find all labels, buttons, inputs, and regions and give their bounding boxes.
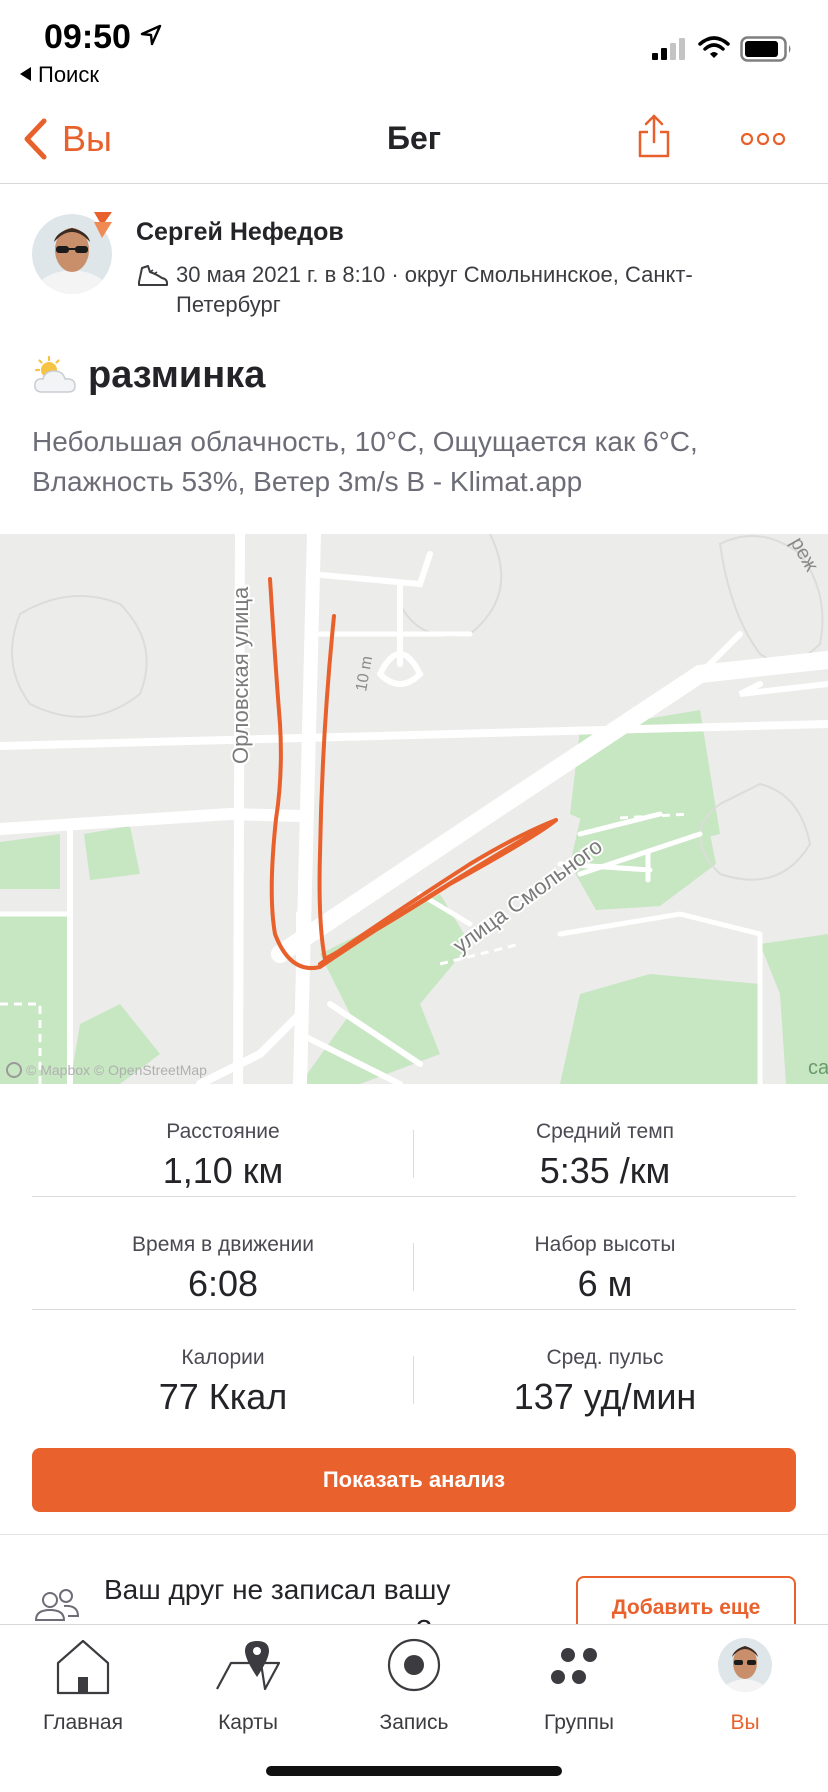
stats-row: Калории 77 Ккал Сред. пульс 137 уд/мин: [32, 1310, 796, 1423]
tab-label: Главная: [43, 1711, 123, 1734]
stat-label: Время в движении: [132, 1233, 314, 1256]
stat-label: Набор высоты: [534, 1233, 676, 1256]
tab-profile[interactable]: Вы: [662, 1625, 828, 1745]
route-map[interactable]: Орловская улица улица Смольного 10 m реж…: [0, 534, 828, 1084]
location-arrow-icon: [140, 24, 162, 46]
stat-avg-heart-rate: Сред. пульс 137 уд/мин: [414, 1310, 796, 1423]
friends-icon: [34, 1589, 80, 1621]
tab-record[interactable]: Запись: [331, 1625, 497, 1745]
groups-icon: [551, 1648, 597, 1684]
stat-elevation-gain: Набор высоты 6 м: [414, 1197, 796, 1310]
tab-label: Карты: [218, 1711, 278, 1734]
stat-label: Калории: [181, 1346, 265, 1369]
battery-icon: [740, 36, 791, 62]
stat-label: Сред. пульс: [546, 1346, 664, 1369]
stat-value: 6:08: [187, 1263, 259, 1304]
stat-distance: Расстояние 1,10 км: [32, 1084, 414, 1197]
stat-label: Расстояние: [166, 1120, 280, 1143]
back-app-label: Поиск: [38, 62, 99, 87]
park-area: [84, 826, 140, 880]
athlete-name[interactable]: Сергей Нефедов: [136, 218, 344, 247]
stat-label: Средний темп: [535, 1120, 675, 1143]
stat-avg-pace: Средний темп 5:35 /км: [414, 1084, 796, 1197]
show-analysis-button[interactable]: Показать анализ: [32, 1448, 796, 1512]
stats-row: Расстояние 1,10 км Средний темп 5:35 /км: [32, 1084, 796, 1197]
stat-value: 137 уд/мин: [513, 1376, 697, 1417]
activity-stats: Расстояние 1,10 км Средний темп 5:35 /км…: [32, 1084, 796, 1423]
activity-title-row: разминка: [32, 354, 265, 397]
friends-prompt-text: Ваш друг не записал вашу совместную трен…: [104, 1574, 451, 1624]
stat-value: 1,10 км: [162, 1150, 284, 1191]
back-to-app-link[interactable]: Поиск: [20, 62, 99, 88]
map-canvas: Орловская улица улица Смольного 10 m реж…: [0, 534, 828, 1084]
status-time: 09:50: [44, 18, 131, 56]
subscriber-badge-icon: [94, 212, 112, 238]
map-attribution: © Mapbox © OpenStreetMap: [26, 1062, 207, 1078]
stat-value: 6 м: [577, 1263, 633, 1304]
tab-maps[interactable]: Карты: [165, 1625, 331, 1745]
map-pin-icon: [216, 1641, 281, 1691]
stat-moving-time: Время в движении 6:08: [32, 1197, 414, 1310]
tab-label: Группы: [544, 1711, 614, 1734]
tab-label: Запись: [379, 1711, 449, 1734]
home-icon: [56, 1639, 110, 1695]
status-bar: 09:50 Поиск: [0, 0, 828, 96]
partly-cloudy-icon: [34, 355, 76, 393]
activity-date-location: 30 мая 2021 г. в 8:10 · округ Смольнинск…: [176, 262, 693, 317]
stat-value: 5:35 /км: [539, 1150, 671, 1191]
park-area: [0, 914, 70, 1084]
map-label-edge-right: са: [808, 1057, 828, 1079]
section-divider: [0, 1534, 828, 1535]
park-area: [0, 834, 60, 889]
record-icon: [387, 1638, 441, 1692]
tab-groups[interactable]: Группы: [496, 1625, 662, 1745]
stat-calories: Калории 77 Ккал: [32, 1310, 414, 1423]
tab-home[interactable]: Главная: [0, 1625, 166, 1745]
stats-row: Время в движении 6:08 Набор высоты 6 м: [32, 1197, 796, 1310]
cell-signal-icon: [652, 38, 685, 60]
more-options-icon[interactable]: [740, 132, 786, 146]
map-label-orlovskaya: Орловская улица: [228, 586, 253, 764]
running-shoe-icon: [138, 265, 168, 286]
home-indicator[interactable]: [266, 1766, 562, 1776]
share-icon[interactable]: [636, 112, 672, 160]
back-triangle-icon: [20, 67, 31, 81]
activity-title: разминка: [88, 354, 266, 396]
wifi-icon: [698, 36, 730, 58]
profile-avatar: [718, 1638, 772, 1692]
activity-description: Небольшая облачность, 10°C, Ощущается ка…: [32, 426, 698, 497]
tab-label: Вы: [730, 1711, 760, 1734]
stat-value: 77 Ккал: [158, 1376, 288, 1417]
page-title: Бег: [386, 120, 442, 156]
activity-meta: 30 мая 2021 г. в 8:10 · округ Смольнинск…: [136, 260, 696, 320]
navigation-bar: Вы Бег: [0, 96, 828, 184]
